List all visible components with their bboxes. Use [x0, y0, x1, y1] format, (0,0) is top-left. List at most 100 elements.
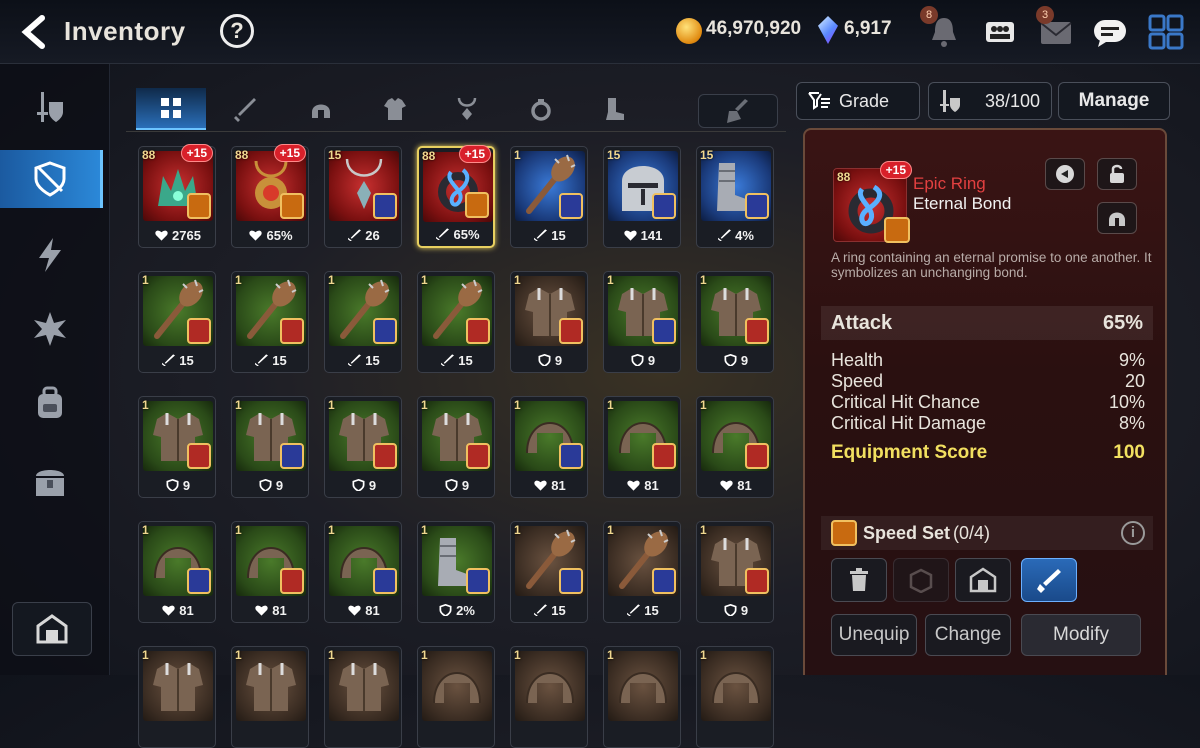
item-slot[interactable]: 19: [696, 271, 774, 373]
sidebar-item-gear[interactable]: [0, 150, 103, 208]
item-detail-panel: 88 +15 Epic Ring Eternal Bond A ring con…: [803, 128, 1167, 675]
item-level: 1: [421, 523, 428, 537]
item-slot[interactable]: 88 +15 65%: [417, 145, 495, 248]
set-icon: [652, 193, 676, 219]
item-level: 1: [607, 273, 614, 287]
item-stat-value: 2%: [456, 603, 475, 618]
item-level: 1: [328, 523, 335, 537]
item-slot[interactable]: 1 15: [138, 271, 216, 373]
armor-icon: [143, 651, 213, 721]
attack-icon: [255, 354, 269, 366]
item-slot[interactable]: 1 81: [231, 521, 309, 623]
team-icon[interactable]: [980, 12, 1020, 52]
item-slot[interactable]: 19: [603, 271, 681, 373]
defense-icon: [538, 354, 551, 366]
item-slot[interactable]: 1 15: [417, 271, 495, 373]
set-icon: [187, 318, 211, 344]
item-slot[interactable]: 19: [138, 396, 216, 498]
item-stat-value: 81: [644, 478, 659, 493]
item-slot[interactable]: 1: [138, 646, 216, 748]
unequip-button[interactable]: Unequip: [831, 614, 917, 656]
grade-sort-button[interactable]: Grade: [796, 82, 920, 120]
attack-icon: [534, 229, 548, 241]
sub-stat-value: 20: [1124, 371, 1145, 391]
item-level: 1: [514, 523, 521, 537]
set-icon: [187, 193, 211, 219]
item-level: 1: [235, 398, 242, 412]
item-slot[interactable]: 1 15: [231, 271, 309, 373]
menu-grid-icon[interactable]: [1146, 12, 1186, 52]
item-main-stat: 9: [697, 353, 775, 368]
item-main-stat: 81: [511, 478, 589, 493]
chat-icon[interactable]: [1090, 12, 1130, 52]
set-icon: [187, 443, 211, 469]
extract-button[interactable]: [893, 558, 949, 602]
item-slot[interactable]: 19: [324, 396, 402, 498]
item-slot[interactable]: 19: [510, 271, 588, 373]
tab-armor[interactable]: [360, 88, 430, 130]
back-arrow-icon[interactable]: [18, 14, 50, 50]
score-label: Equipment Score: [831, 442, 988, 463]
tab-helmet[interactable]: [286, 88, 356, 130]
health-icon: [255, 605, 268, 616]
item-slot[interactable]: 1: [231, 646, 309, 748]
sidebar-item-chests[interactable]: [14, 452, 86, 510]
item-slot[interactable]: 15 141: [603, 146, 681, 248]
item-main-stat: 81: [232, 603, 310, 618]
item-slot[interactable]: 19: [231, 396, 309, 498]
tab-ring[interactable]: [506, 88, 576, 130]
sidebar-item-artifacts[interactable]: [14, 226, 86, 284]
item-stat-value: 15: [644, 603, 659, 618]
item-slot[interactable]: 1: [603, 646, 681, 748]
item-level: 1: [700, 648, 707, 662]
item-slot[interactable]: 19: [417, 396, 495, 498]
item-slot[interactable]: 15 4%: [696, 146, 774, 248]
sub-stat-value: 10%: [1108, 392, 1145, 412]
item-slot[interactable]: 1: [324, 646, 402, 748]
item-slot[interactable]: 1 81: [324, 521, 402, 623]
info-icon[interactable]: i: [1121, 521, 1145, 545]
item-slot[interactable]: 1 81: [696, 396, 774, 498]
defense-icon: [352, 479, 365, 491]
item-stat-value: 9: [182, 478, 191, 493]
lock-button[interactable]: [1097, 158, 1137, 190]
tab-necklace[interactable]: [432, 88, 502, 130]
item-slot[interactable]: 1: [696, 646, 774, 748]
defense-icon: [445, 479, 458, 491]
share-button[interactable]: [1045, 158, 1085, 190]
item-slot[interactable]: 1 15: [510, 146, 588, 248]
sidebar-item-catalysts[interactable]: [14, 300, 86, 358]
modify-button[interactable]: Modify: [1021, 614, 1141, 656]
item-main-stat: 9: [418, 478, 496, 493]
item-slot[interactable]: 1 81: [510, 396, 588, 498]
item-slot[interactable]: 1 81: [603, 396, 681, 498]
item-slot[interactable]: 15 26: [324, 146, 402, 248]
item-slot[interactable]: 1 15: [324, 271, 402, 373]
item-slot[interactable]: 19: [696, 521, 774, 623]
tab-all[interactable]: [136, 88, 206, 130]
tab-boots[interactable]: [578, 88, 648, 130]
item-slot[interactable]: 1 2%: [417, 521, 495, 623]
item-slot[interactable]: 1 81: [138, 521, 216, 623]
capacity-button[interactable]: 38/100: [928, 82, 1052, 120]
item-slot[interactable]: 1 15: [510, 521, 588, 623]
item-slot[interactable]: 88 +15 2765: [138, 144, 216, 248]
change-button[interactable]: Change: [925, 614, 1011, 656]
hero-button[interactable]: [1097, 202, 1137, 234]
sort-button[interactable]: [698, 94, 778, 128]
health-icon: [348, 605, 361, 616]
manage-button[interactable]: Manage: [1058, 82, 1170, 120]
tab-weapon[interactable]: [210, 88, 280, 130]
sidebar-item-equipment[interactable]: [14, 78, 86, 136]
item-slot[interactable]: 1: [417, 646, 495, 748]
enhance-button[interactable]: [1021, 558, 1077, 602]
item-slot[interactable]: 1: [510, 646, 588, 748]
sell-button[interactable]: [831, 558, 887, 602]
store-button[interactable]: [955, 558, 1011, 602]
sidebar-item-materials[interactable]: [14, 374, 86, 432]
storage-button[interactable]: [12, 602, 92, 656]
help-icon[interactable]: ?: [220, 14, 254, 48]
item-slot[interactable]: 88 +15 65%: [231, 144, 309, 248]
item-level: 1: [514, 648, 521, 662]
item-slot[interactable]: 1 15: [603, 521, 681, 623]
